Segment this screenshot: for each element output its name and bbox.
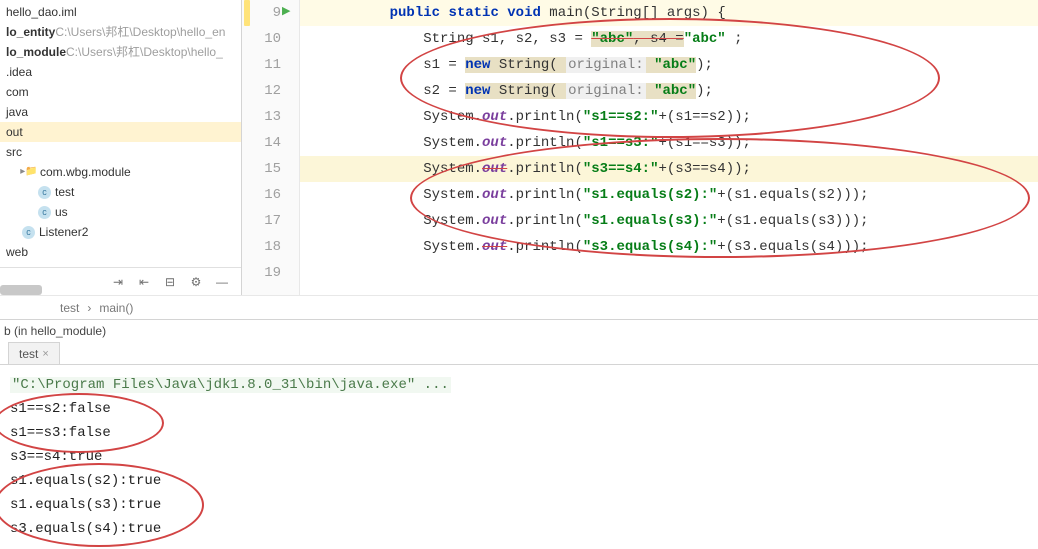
- close-icon[interactable]: ×: [42, 348, 48, 360]
- breadcrumb-item[interactable]: test: [60, 301, 79, 315]
- hide-icon[interactable]: —: [215, 275, 229, 289]
- tree-item-selected[interactable]: out: [0, 122, 241, 142]
- console-line: s3.equals(s4):true: [10, 517, 1028, 541]
- folder-icon: ▸📁: [22, 165, 36, 179]
- console-cmd: "C:\Program Files\Java\jdk1.8.0_31\bin\j…: [10, 377, 451, 393]
- breadcrumb-item[interactable]: main(): [99, 301, 133, 315]
- tree-item[interactable]: java: [0, 102, 241, 122]
- console-line: s1==s2:false: [10, 397, 1028, 421]
- tree-item[interactable]: lo_entity C:\Users\邦杠\Desktop\hello_en: [0, 22, 241, 42]
- class-icon: c: [38, 186, 51, 199]
- scrollbar-thumb[interactable]: [0, 285, 42, 295]
- console-line: s3==s4:true: [10, 445, 1028, 469]
- tree-item[interactable]: cListener2: [0, 222, 241, 242]
- code-body[interactable]: public static void main(String[] args) {…: [300, 0, 1038, 295]
- tree-item[interactable]: hello_dao.iml: [0, 2, 241, 22]
- run-gutter-icon[interactable]: ▶: [282, 4, 290, 18]
- run-tab[interactable]: test ×: [8, 342, 60, 364]
- tree-item[interactable]: src: [0, 142, 241, 162]
- class-icon: c: [22, 226, 35, 239]
- run-tabs: test ×: [0, 341, 1038, 365]
- collapse-icon[interactable]: ⊟: [163, 275, 177, 289]
- console-line: s1.equals(s2):true: [10, 469, 1028, 493]
- project-tree: hello_dao.iml lo_entity C:\Users\邦杠\Desk…: [0, 0, 242, 295]
- structure-bar[interactable]: b (in hello_module): [0, 319, 1038, 341]
- tree-item[interactable]: web: [0, 242, 241, 262]
- tree-item[interactable]: ctest: [0, 182, 241, 202]
- tree-item[interactable]: com: [0, 82, 241, 102]
- gear-icon[interactable]: ⚙: [189, 275, 203, 289]
- breadcrumb[interactable]: test › main(): [0, 295, 1038, 319]
- autoscroll-icon[interactable]: ⇥: [111, 275, 125, 289]
- autoscroll-from-icon[interactable]: ⇤: [137, 275, 151, 289]
- tree-item[interactable]: cus: [0, 202, 241, 222]
- class-icon: c: [38, 206, 51, 219]
- run-tab-label: test: [19, 347, 38, 361]
- console-output[interactable]: "C:\Program Files\Java\jdk1.8.0_31\bin\j…: [0, 365, 1038, 549]
- editor-pane: ▶ 9 10 11 12 13 14 15 16 17 18 19 public…: [242, 0, 1038, 295]
- gutter[interactable]: ▶ 9 10 11 12 13 14 15 16 17 18 19: [242, 0, 300, 295]
- change-marker: [244, 0, 250, 26]
- console-line: s1.equals(s3):true: [10, 493, 1028, 517]
- console-line: s1==s3:false: [10, 421, 1028, 445]
- tree-item[interactable]: ▸📁com.wbg.module: [0, 162, 241, 182]
- chevron-right-icon: ›: [87, 301, 91, 315]
- tree-item[interactable]: lo_module C:\Users\邦杠\Desktop\hello_: [0, 42, 241, 62]
- tree-item[interactable]: .idea: [0, 62, 241, 82]
